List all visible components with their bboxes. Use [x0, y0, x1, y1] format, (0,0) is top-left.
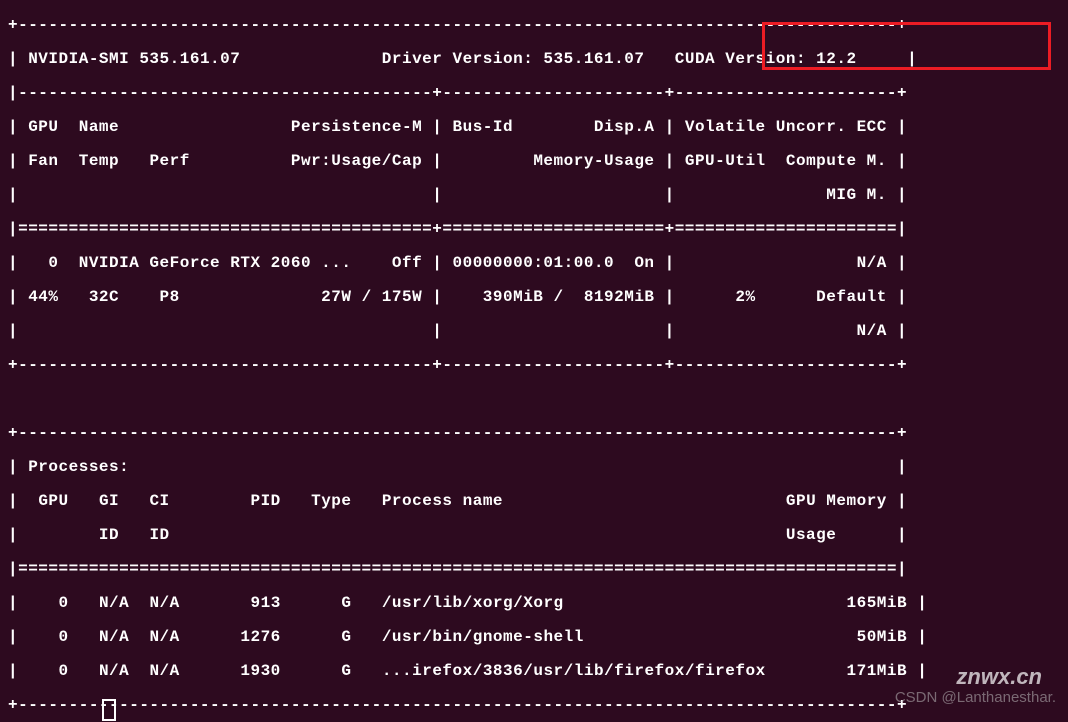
process-name: /usr/bin/gnome-shell	[382, 628, 584, 646]
gpu-compute: Default	[816, 288, 887, 306]
gpu-ecc: N/A	[857, 254, 887, 272]
process-name: /usr/lib/xorg/Xorg	[382, 594, 564, 612]
gpu-id: 0	[48, 254, 58, 272]
gpu-util: 2%	[735, 288, 755, 306]
driver-label: Driver Version:	[382, 50, 534, 68]
gpu-name: NVIDIA GeForce RTX 2060 ...	[79, 254, 352, 272]
smi-version: 535.161.07	[139, 50, 240, 68]
processes-title: Processes:	[28, 458, 129, 476]
smi-label: NVIDIA-SMI	[28, 50, 129, 68]
gpu-mem: 390MiB / 8192MiB	[483, 288, 655, 306]
gpu-mig: N/A	[857, 322, 887, 340]
gpu-disp: On	[634, 254, 654, 272]
driver-version: 535.161.07	[543, 50, 644, 68]
watermark-csdn: CSDN @Lanthanesthar.	[895, 687, 1056, 710]
terminal-output: +---------------------------------------…	[0, 0, 1068, 722]
gpu-perf: P8	[160, 288, 180, 306]
terminal-cursor	[102, 699, 116, 721]
gpu-temp: 32C	[89, 288, 119, 306]
gpu-persist: Off	[392, 254, 422, 272]
cuda-version: 12.2	[816, 50, 856, 68]
cuda-label: CUDA Version:	[675, 50, 806, 68]
gpu-fan: 44%	[28, 288, 58, 306]
process-name: ...irefox/3836/usr/lib/firefox/firefox	[382, 662, 766, 680]
gpu-pwr: 27W / 175W	[321, 288, 422, 306]
gpu-busid: 00000000:01:00.0	[453, 254, 615, 272]
